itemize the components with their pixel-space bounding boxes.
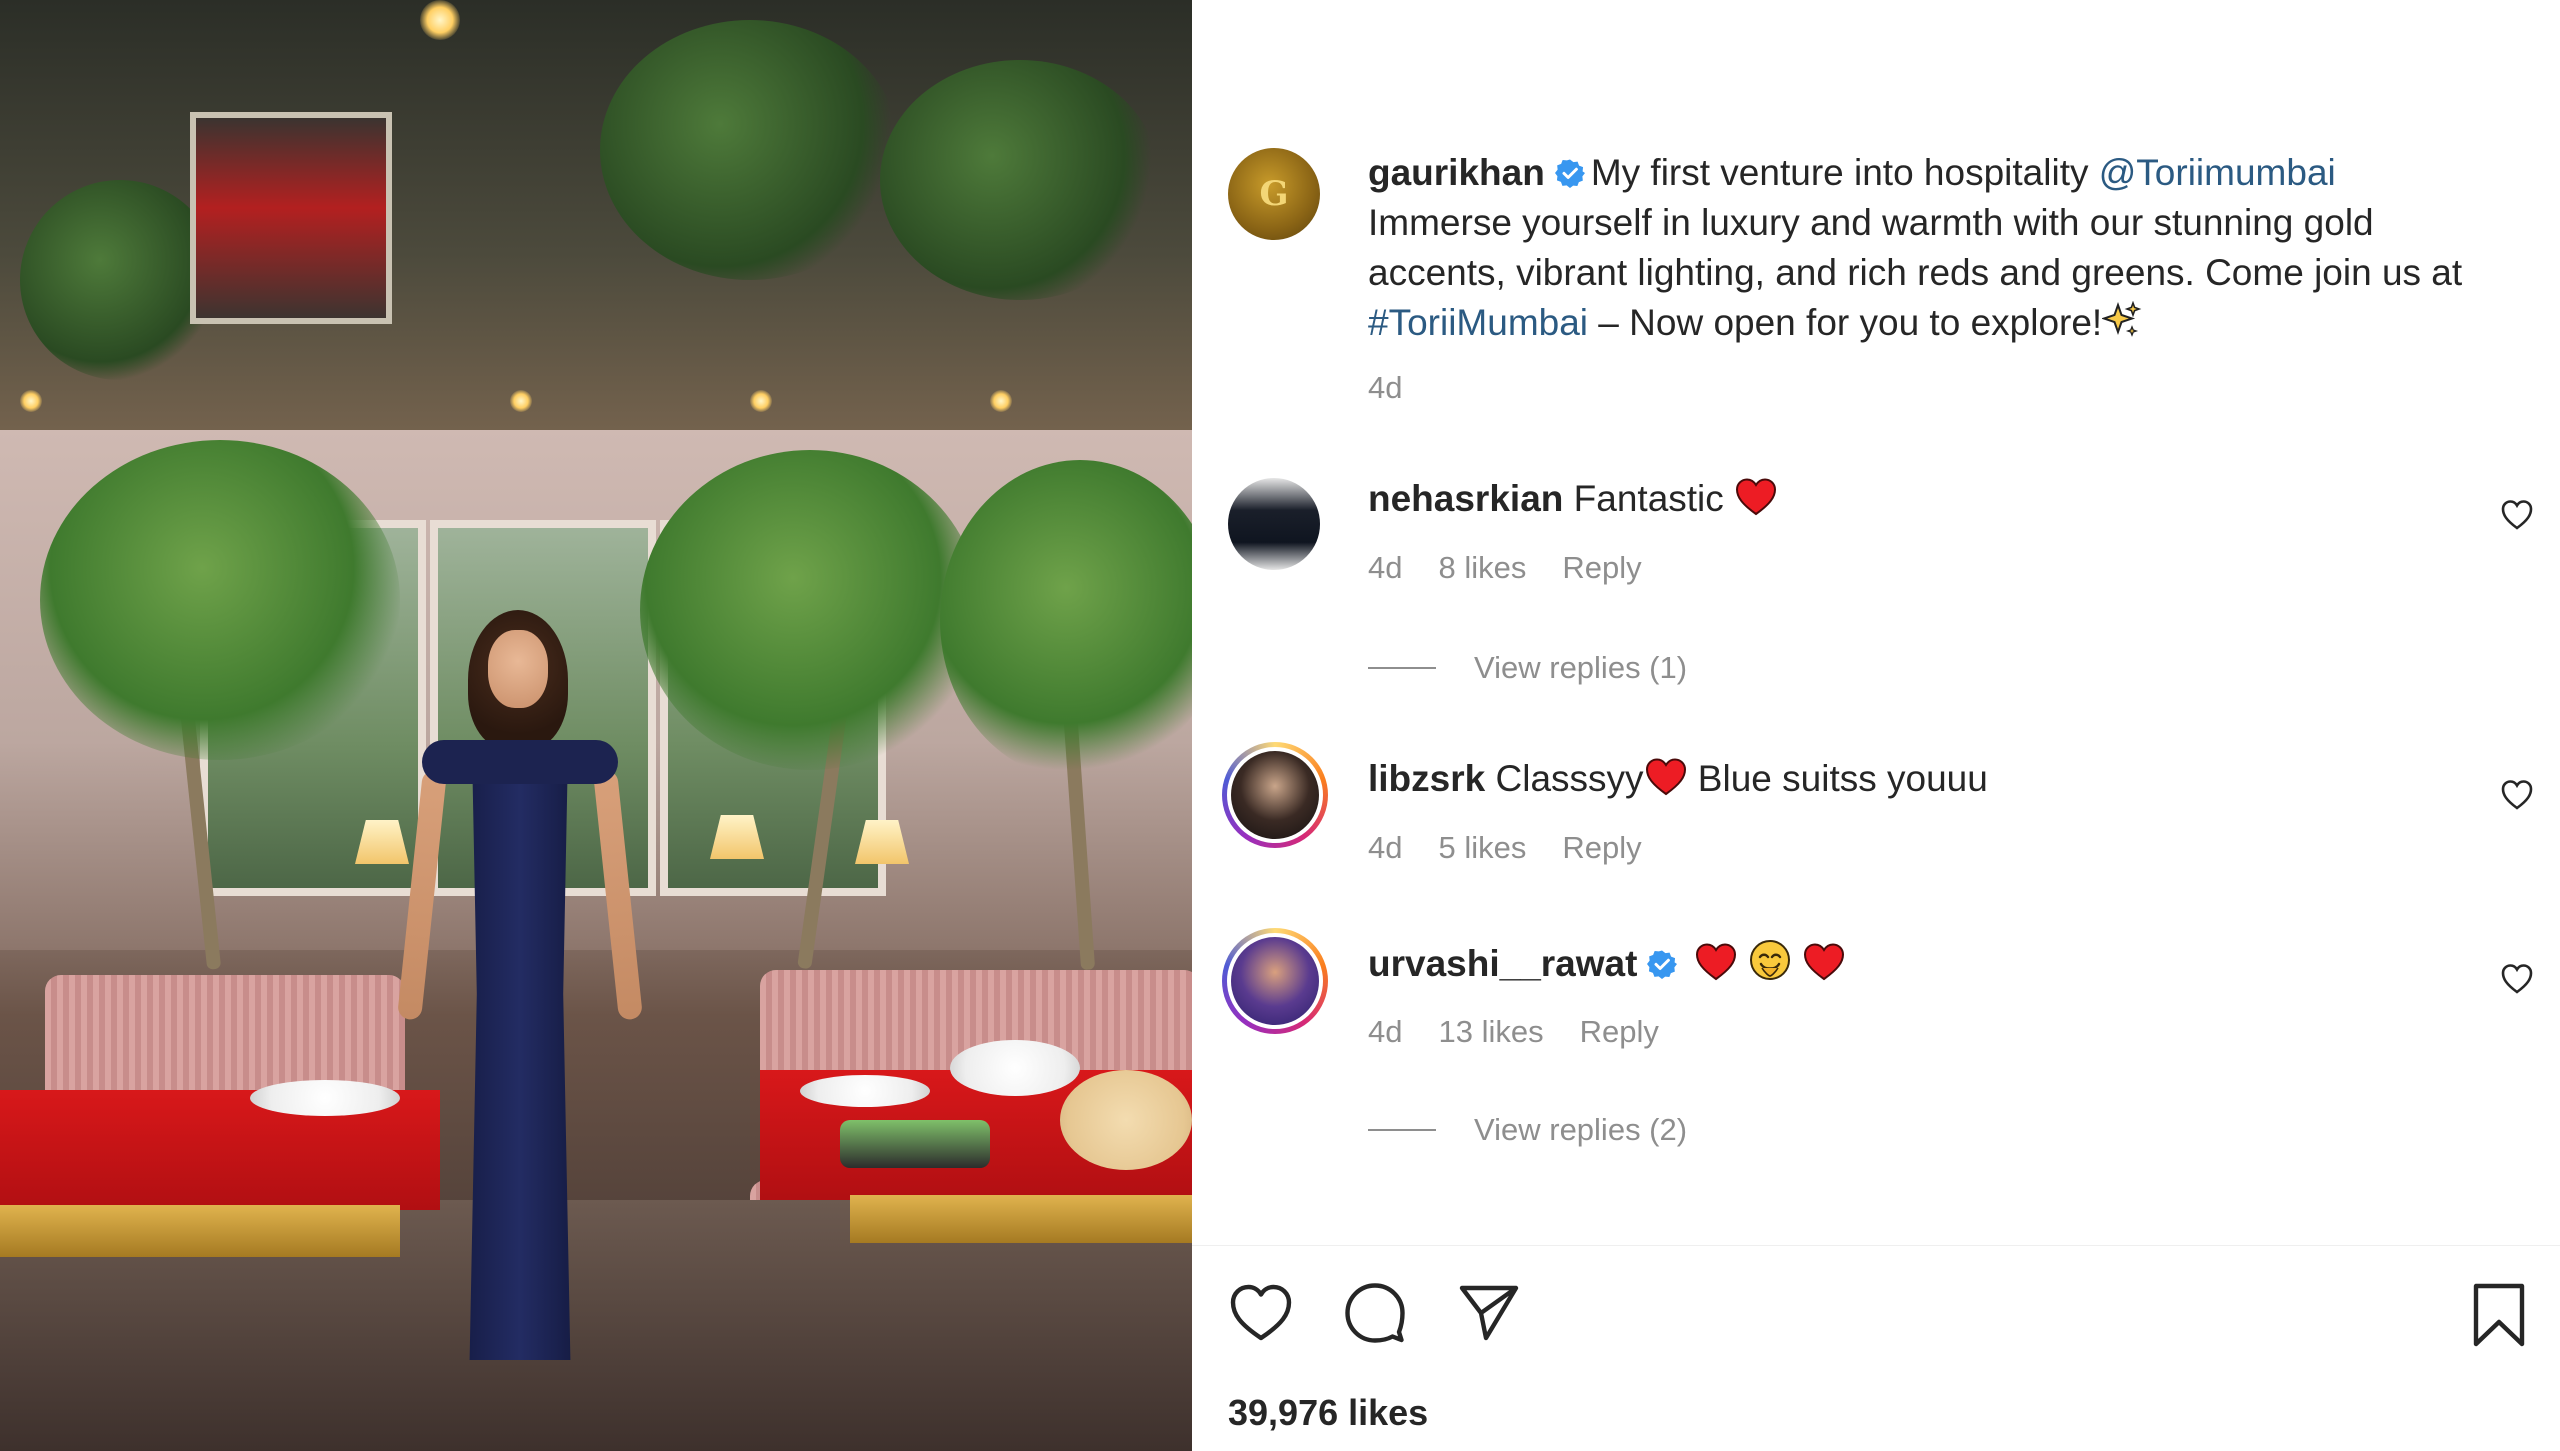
action-bar-divider [1192, 1245, 2560, 1246]
gold-table-edge [0, 1205, 400, 1257]
smiling-face-icon [1750, 940, 1790, 980]
comment-1-meta: 4d 8 likes Reply [1368, 550, 1642, 586]
comment-likes[interactable]: 5 likes [1438, 830, 1526, 866]
mention-link[interactable]: @Toriimumbai [2099, 152, 2336, 193]
commenter-avatar[interactable] [1228, 478, 1320, 570]
red-heart-icon [1695, 943, 1736, 981]
post-action-bar [1228, 1280, 1522, 1346]
red-heart-icon [1804, 943, 1845, 981]
reply-thread-line [1368, 1129, 1436, 1131]
sparkles-icon [2102, 301, 2142, 337]
ceiling-light [750, 390, 772, 412]
dim-sum-basket [1060, 1070, 1192, 1170]
comments-panel: G gaurikhan My first venture into hospita… [1192, 0, 2560, 1451]
verified-badge-icon [1554, 159, 1585, 188]
author-avatar[interactable]: G [1228, 148, 1320, 240]
post-caption: gaurikhan My first venture into hospitali… [1368, 148, 2488, 348]
ceiling-light [20, 390, 42, 412]
comment-1: nehasrkian Fantastic [1368, 474, 2368, 524]
ceiling-light [510, 390, 532, 412]
tree-foliage [40, 440, 400, 760]
ceiling-light [420, 0, 460, 40]
comment-time: 4d [1368, 1014, 1403, 1049]
bowl [950, 1040, 1080, 1096]
ceiling-reflection [600, 20, 900, 280]
verified-badge-icon [1647, 950, 1678, 979]
commenter-avatar-story-ring[interactable] [1222, 742, 1328, 848]
comment-like-heart-icon[interactable] [2500, 778, 2534, 812]
red-heart-icon [1736, 478, 1777, 516]
caption-text-1: My first venture into hospitality [1590, 152, 2099, 193]
woman-in-blue-dress [396, 600, 644, 1380]
reply-button[interactable]: Reply [1562, 830, 1641, 866]
comment-time: 4d [1368, 830, 1403, 865]
post-image[interactable] [0, 0, 1192, 1451]
avatar-ring-inner [1227, 747, 1323, 843]
hashtag-link[interactable]: #ToriiMumbai [1368, 302, 1588, 343]
view-replies-label: View replies (2) [1474, 1112, 1688, 1147]
gold-table-edge [850, 1195, 1192, 1243]
comment-like-heart-icon[interactable] [2500, 498, 2534, 532]
comment-text: Fantastic [1573, 478, 1724, 519]
caption-text-2: Immerse yourself in luxury and warmth wi… [1368, 202, 2463, 293]
comment-username[interactable]: libzsrk [1368, 758, 1485, 799]
comment-2: libzsrk Classsyy Blue suitss youuu [1368, 754, 2368, 804]
face [488, 630, 548, 708]
tree-foliage [640, 450, 980, 770]
bookmark-icon[interactable] [2468, 1282, 2530, 1348]
comment-time: 4d [1368, 550, 1403, 585]
share-icon[interactable] [1456, 1280, 1522, 1346]
avatar-ring-inner [1227, 933, 1323, 1029]
commenter-avatar-story-ring[interactable] [1222, 928, 1328, 1034]
caption-time: 4d [1368, 370, 1403, 405]
mirrored-ceiling [0, 0, 1192, 460]
plate [800, 1075, 930, 1107]
like-heart-icon[interactable] [1228, 1280, 1294, 1346]
commenter-avatar [1231, 751, 1319, 839]
plate [250, 1080, 400, 1116]
wall-artwork [190, 112, 392, 324]
view-replies-button[interactable]: View replies (1) [1368, 650, 1687, 686]
comment-2-meta: 4d 5 likes Reply [1368, 830, 1642, 866]
comment-like-heart-icon[interactable] [2500, 962, 2534, 996]
ceiling-light [990, 390, 1012, 412]
comment-text: Classsyy [1495, 758, 1644, 799]
likes-count[interactable]: 39,976 likes [1228, 1392, 1428, 1434]
comment-likes[interactable]: 8 likes [1438, 550, 1526, 586]
comment-username[interactable]: urvashi__rawat [1368, 943, 1637, 984]
sushi-platter [840, 1120, 990, 1168]
author-username[interactable]: gaurikhan [1368, 152, 1545, 193]
off-shoulder-neckline [422, 740, 618, 784]
navy-gown [469, 750, 571, 1360]
comment-likes[interactable]: 13 likes [1438, 1014, 1543, 1050]
comment-text: Blue suitss youuu [1687, 758, 1988, 799]
reply-thread-line [1368, 667, 1436, 669]
caption-text-3: – Now open for you to explore! [1588, 302, 2103, 343]
red-heart-icon [1645, 758, 1686, 796]
comment-icon[interactable] [1342, 1280, 1408, 1346]
view-replies-label: View replies (1) [1474, 650, 1688, 685]
ceiling-reflection [880, 60, 1160, 300]
reply-button[interactable]: Reply [1562, 550, 1641, 586]
comment-3: urvashi__rawat [1368, 938, 2368, 989]
reply-button[interactable]: Reply [1580, 1014, 1659, 1050]
avatar-monogram: G [1259, 174, 1289, 214]
comment-3-meta: 4d 13 likes Reply [1368, 1014, 1659, 1050]
comment-username[interactable]: nehasrkian [1368, 478, 1563, 519]
view-replies-button[interactable]: View replies (2) [1368, 1112, 1687, 1148]
commenter-avatar [1231, 937, 1319, 1025]
